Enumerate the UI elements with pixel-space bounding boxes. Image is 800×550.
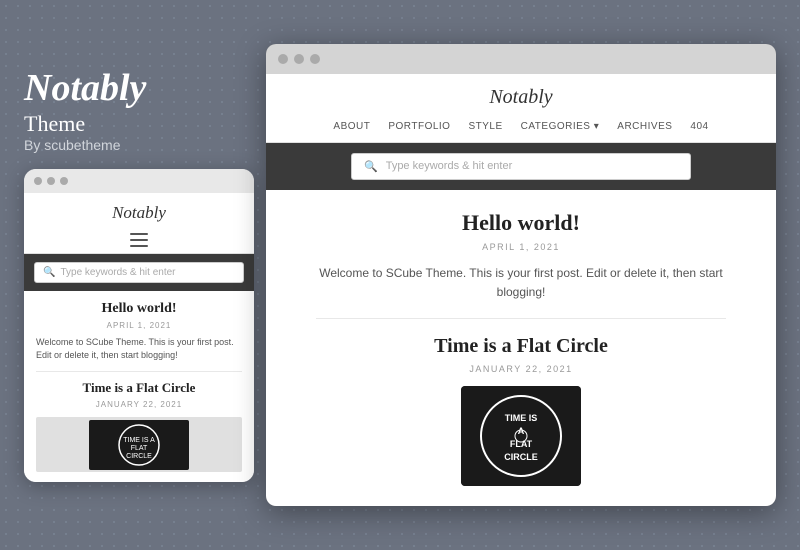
desktop-nav-area: Notably ABOUT PORTFOLIO STYLE CATEGORIES…	[266, 74, 776, 143]
left-panel: Notably Theme By scubetheme Notably 🔍	[24, 68, 254, 483]
brand-author: By scubetheme	[24, 137, 254, 153]
desktop-nav: ABOUT PORTFOLIO STYLE CATEGORIES ▾ ARCHI…	[266, 115, 776, 142]
mobile-time-flat-circle-art: TIME IS A FLAT CIRCLE	[89, 420, 189, 470]
desktop-post1-title: Hello world!	[316, 210, 726, 236]
desktop-post1-excerpt: Welcome to SCube Theme. This is your fir…	[316, 264, 726, 302]
desktop-content: Hello world! APRIL 1, 2021 Welcome to SC…	[266, 190, 776, 506]
mobile-post2-title: Time is a Flat Circle	[36, 380, 242, 396]
svg-text:CIRCLE: CIRCLE	[504, 452, 538, 462]
desktop-time-flat-circle-art: TIME IS A FLAT CIRCLE	[461, 386, 581, 486]
nav-archives[interactable]: ARCHIVES	[617, 121, 672, 132]
brand-title: Notably Theme	[24, 68, 254, 138]
dot-2	[47, 177, 55, 185]
svg-text:FLAT: FLAT	[131, 445, 148, 452]
dot-3	[60, 177, 68, 185]
desktop-post2-date: JANUARY 22, 2021	[316, 364, 726, 374]
mobile-titlebar	[24, 169, 254, 193]
nav-style[interactable]: STYLE	[468, 121, 502, 132]
svg-text:TIME IS: TIME IS	[505, 413, 538, 423]
mobile-hamburger-area	[30, 229, 248, 253]
svg-text:CIRCLE: CIRCLE	[126, 453, 152, 460]
mobile-post2-date: JANUARY 22, 2021	[36, 400, 242, 409]
desktop-site-title: Notably	[266, 74, 776, 115]
mobile-mockup: Notably 🔍 Type keywords & hit enter Hell…	[24, 169, 254, 482]
desktop-divider	[316, 318, 726, 319]
mobile-search-placeholder: Type keywords & hit enter	[60, 267, 175, 278]
desktop-search-placeholder: Type keywords & hit enter	[386, 160, 513, 172]
desktop-dot-1	[278, 54, 288, 64]
mobile-site-title: Notably	[30, 203, 248, 223]
dot-1	[34, 177, 42, 185]
nav-categories[interactable]: CATEGORIES ▾	[521, 121, 600, 132]
mobile-search-box[interactable]: 🔍 Type keywords & hit enter	[34, 262, 244, 283]
svg-text:FLAT: FLAT	[510, 439, 533, 449]
mobile-search-area: 🔍 Type keywords & hit enter	[24, 254, 254, 291]
desktop-search-box[interactable]: 🔍 Type keywords & hit enter	[351, 153, 691, 180]
desktop-post2-image: TIME IS A FLAT CIRCLE	[461, 386, 581, 486]
mobile-divider	[36, 371, 242, 372]
desktop-dot-3	[310, 54, 320, 64]
mobile-post2-image: TIME IS A FLAT CIRCLE	[36, 417, 242, 472]
nav-portfolio[interactable]: PORTFOLIO	[388, 121, 450, 132]
search-icon: 🔍	[43, 267, 55, 278]
mobile-post1-date: APRIL 1, 2021	[36, 321, 242, 330]
nav-about[interactable]: ABOUT	[333, 121, 370, 132]
desktop-search-icon: 🔍	[364, 160, 378, 173]
mobile-post1-title: Hello world!	[36, 301, 242, 317]
desktop-post2-title: Time is a Flat Circle	[316, 335, 726, 358]
desktop-dot-2	[294, 54, 304, 64]
desktop-post1-date: APRIL 1, 2021	[316, 242, 726, 252]
mobile-content: Hello world! APRIL 1, 2021 Welcome to SC…	[24, 291, 254, 482]
brand-info: Notably Theme By scubetheme	[24, 68, 254, 154]
svg-text:TIME IS A: TIME IS A	[123, 437, 155, 444]
mobile-post1-excerpt: Welcome to SCube Theme. This is your fir…	[36, 336, 242, 361]
nav-404[interactable]: 404	[690, 121, 708, 132]
desktop-titlebar	[266, 44, 776, 74]
hamburger-icon[interactable]	[130, 233, 148, 247]
desktop-mockup: Notably ABOUT PORTFOLIO STYLE CATEGORIES…	[266, 44, 776, 506]
desktop-search-area: 🔍 Type keywords & hit enter	[266, 143, 776, 190]
mobile-header: Notably	[24, 193, 254, 254]
